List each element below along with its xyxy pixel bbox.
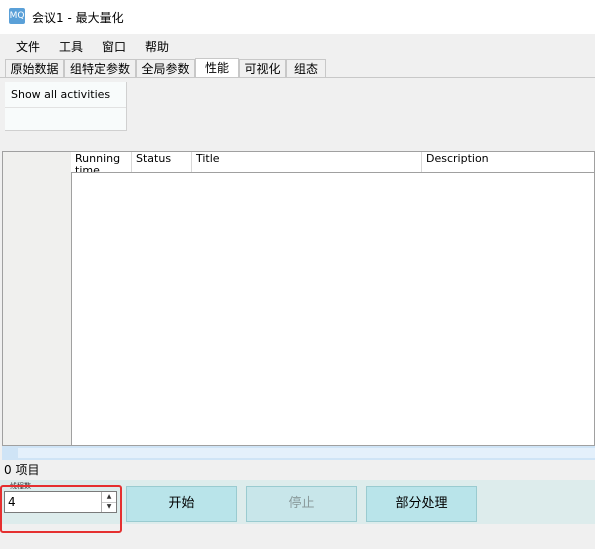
activities-grid[interactable]: Running time Status Title Description xyxy=(2,151,595,446)
menu-help[interactable]: 帮助 xyxy=(145,38,169,55)
partial-process-button[interactable]: 部分处理 xyxy=(366,486,477,522)
performance-tab-page: Show all activities Running time Status … xyxy=(0,77,595,549)
horizontal-scrollbar[interactable] xyxy=(2,446,595,460)
grid-header: Running time Status Title Description xyxy=(71,152,594,173)
tab-strip: 原始数据 组特定参数 全局参数 性能 可视化 组态 xyxy=(0,58,595,78)
window-title: 会议1 - 最大量化 xyxy=(32,11,124,25)
scrollbar-thumb[interactable] xyxy=(18,448,595,458)
app-icon: MQ xyxy=(9,8,25,24)
menu-bar: 文件 工具 窗口 帮助 xyxy=(0,34,595,58)
menu-window[interactable]: 窗口 xyxy=(102,38,126,55)
tab-configuration[interactable]: 组态 xyxy=(286,59,326,77)
tab-visualization[interactable]: 可视化 xyxy=(239,59,286,77)
filter-divider xyxy=(5,107,126,108)
tab-group-params[interactable]: 组特定参数 xyxy=(64,59,136,77)
start-button[interactable]: 开始 xyxy=(126,486,237,522)
tab-raw-data[interactable]: 原始数据 xyxy=(5,59,64,77)
menu-tools[interactable]: 工具 xyxy=(59,38,83,55)
filter-show-all[interactable]: Show all activities xyxy=(11,88,110,101)
menu-file[interactable]: 文件 xyxy=(16,38,40,55)
activity-filter-list[interactable]: Show all activities xyxy=(5,82,127,131)
title-bar: MQ 会议1 - 最大量化 xyxy=(0,0,595,34)
col-status[interactable]: Status xyxy=(132,152,192,172)
col-title[interactable]: Title xyxy=(192,152,422,172)
stop-button[interactable]: 停止 xyxy=(246,486,357,522)
tab-global-params[interactable]: 全局参数 xyxy=(136,59,195,77)
item-count: 0 项目 xyxy=(4,463,40,477)
row-header-column xyxy=(3,152,72,445)
highlight-box xyxy=(0,485,122,533)
col-running-time[interactable]: Running time xyxy=(71,152,132,172)
tab-performance[interactable]: 性能 xyxy=(195,58,239,78)
col-description[interactable]: Description xyxy=(422,152,594,172)
